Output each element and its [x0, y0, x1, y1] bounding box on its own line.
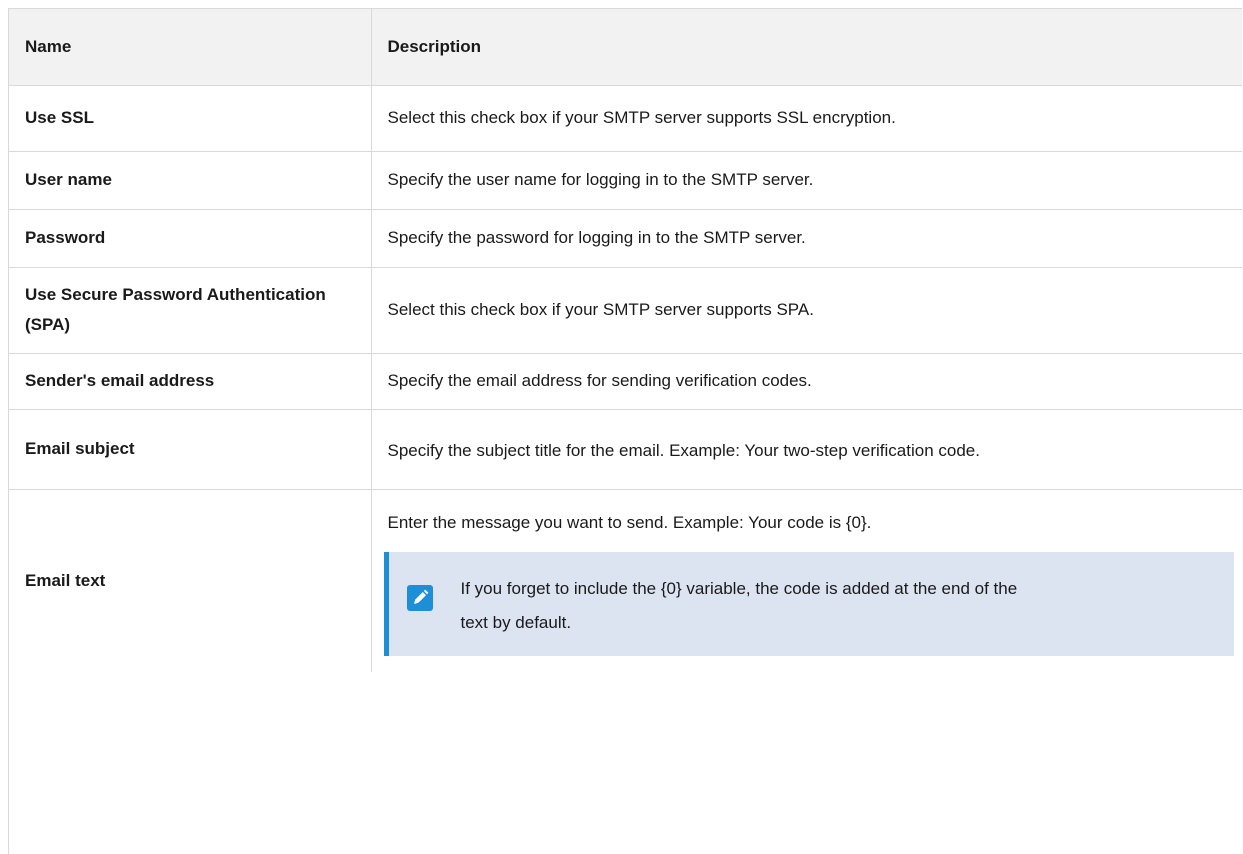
row-description: Enter the message you want to send. Exam… — [387, 512, 872, 532]
table-row: Use SSL Select this check box if your SM… — [9, 85, 1242, 152]
row-description: Specify the subject title for the email.… — [371, 409, 1242, 490]
row-name: User name — [9, 151, 372, 210]
row-name: Use SSL — [9, 85, 372, 152]
table-row: Email subject Specify the subject title … — [9, 409, 1242, 490]
table-row: Sender's email address Specify the email… — [9, 353, 1242, 410]
row-description: Specify the user name for logging in to … — [371, 151, 1242, 210]
table-row: Email text Enter the message you want to… — [9, 489, 1242, 672]
table-row: User name Specify the user name for logg… — [9, 151, 1242, 210]
row-description: Specify the password for logging in to t… — [371, 209, 1242, 268]
row-description: Select this check box if your SMTP serve… — [371, 85, 1242, 152]
note-text: If you forget to include the {0} variabl… — [460, 578, 1018, 632]
row-name: Email text — [9, 489, 372, 672]
table-row: Password Specify the password for loggin… — [9, 209, 1242, 268]
row-description-cell: Enter the message you want to send. Exam… — [371, 489, 1242, 672]
pencil-icon — [406, 584, 433, 611]
table-header-row: Name Description — [9, 9, 1242, 86]
header-description: Description — [371, 9, 1242, 86]
row-name: Password — [9, 209, 372, 268]
header-name: Name — [9, 9, 372, 86]
parameters-table: Name Description Use SSL Select this che… — [9, 9, 1242, 672]
row-name: Email subject — [9, 409, 372, 490]
row-description: Specify the email address for sending ve… — [371, 353, 1242, 410]
row-name: Sender's email address — [9, 353, 372, 410]
row-name: Use Secure Password Authentication (SPA) — [9, 267, 372, 354]
table-row: Use Secure Password Authentication (SPA)… — [9, 267, 1242, 354]
parameters-table-frame: Name Description Use SSL Select this che… — [8, 8, 1242, 854]
row-description: Select this check box if your SMTP serve… — [371, 267, 1242, 354]
note-callout: If you forget to include the {0} variabl… — [383, 551, 1234, 656]
